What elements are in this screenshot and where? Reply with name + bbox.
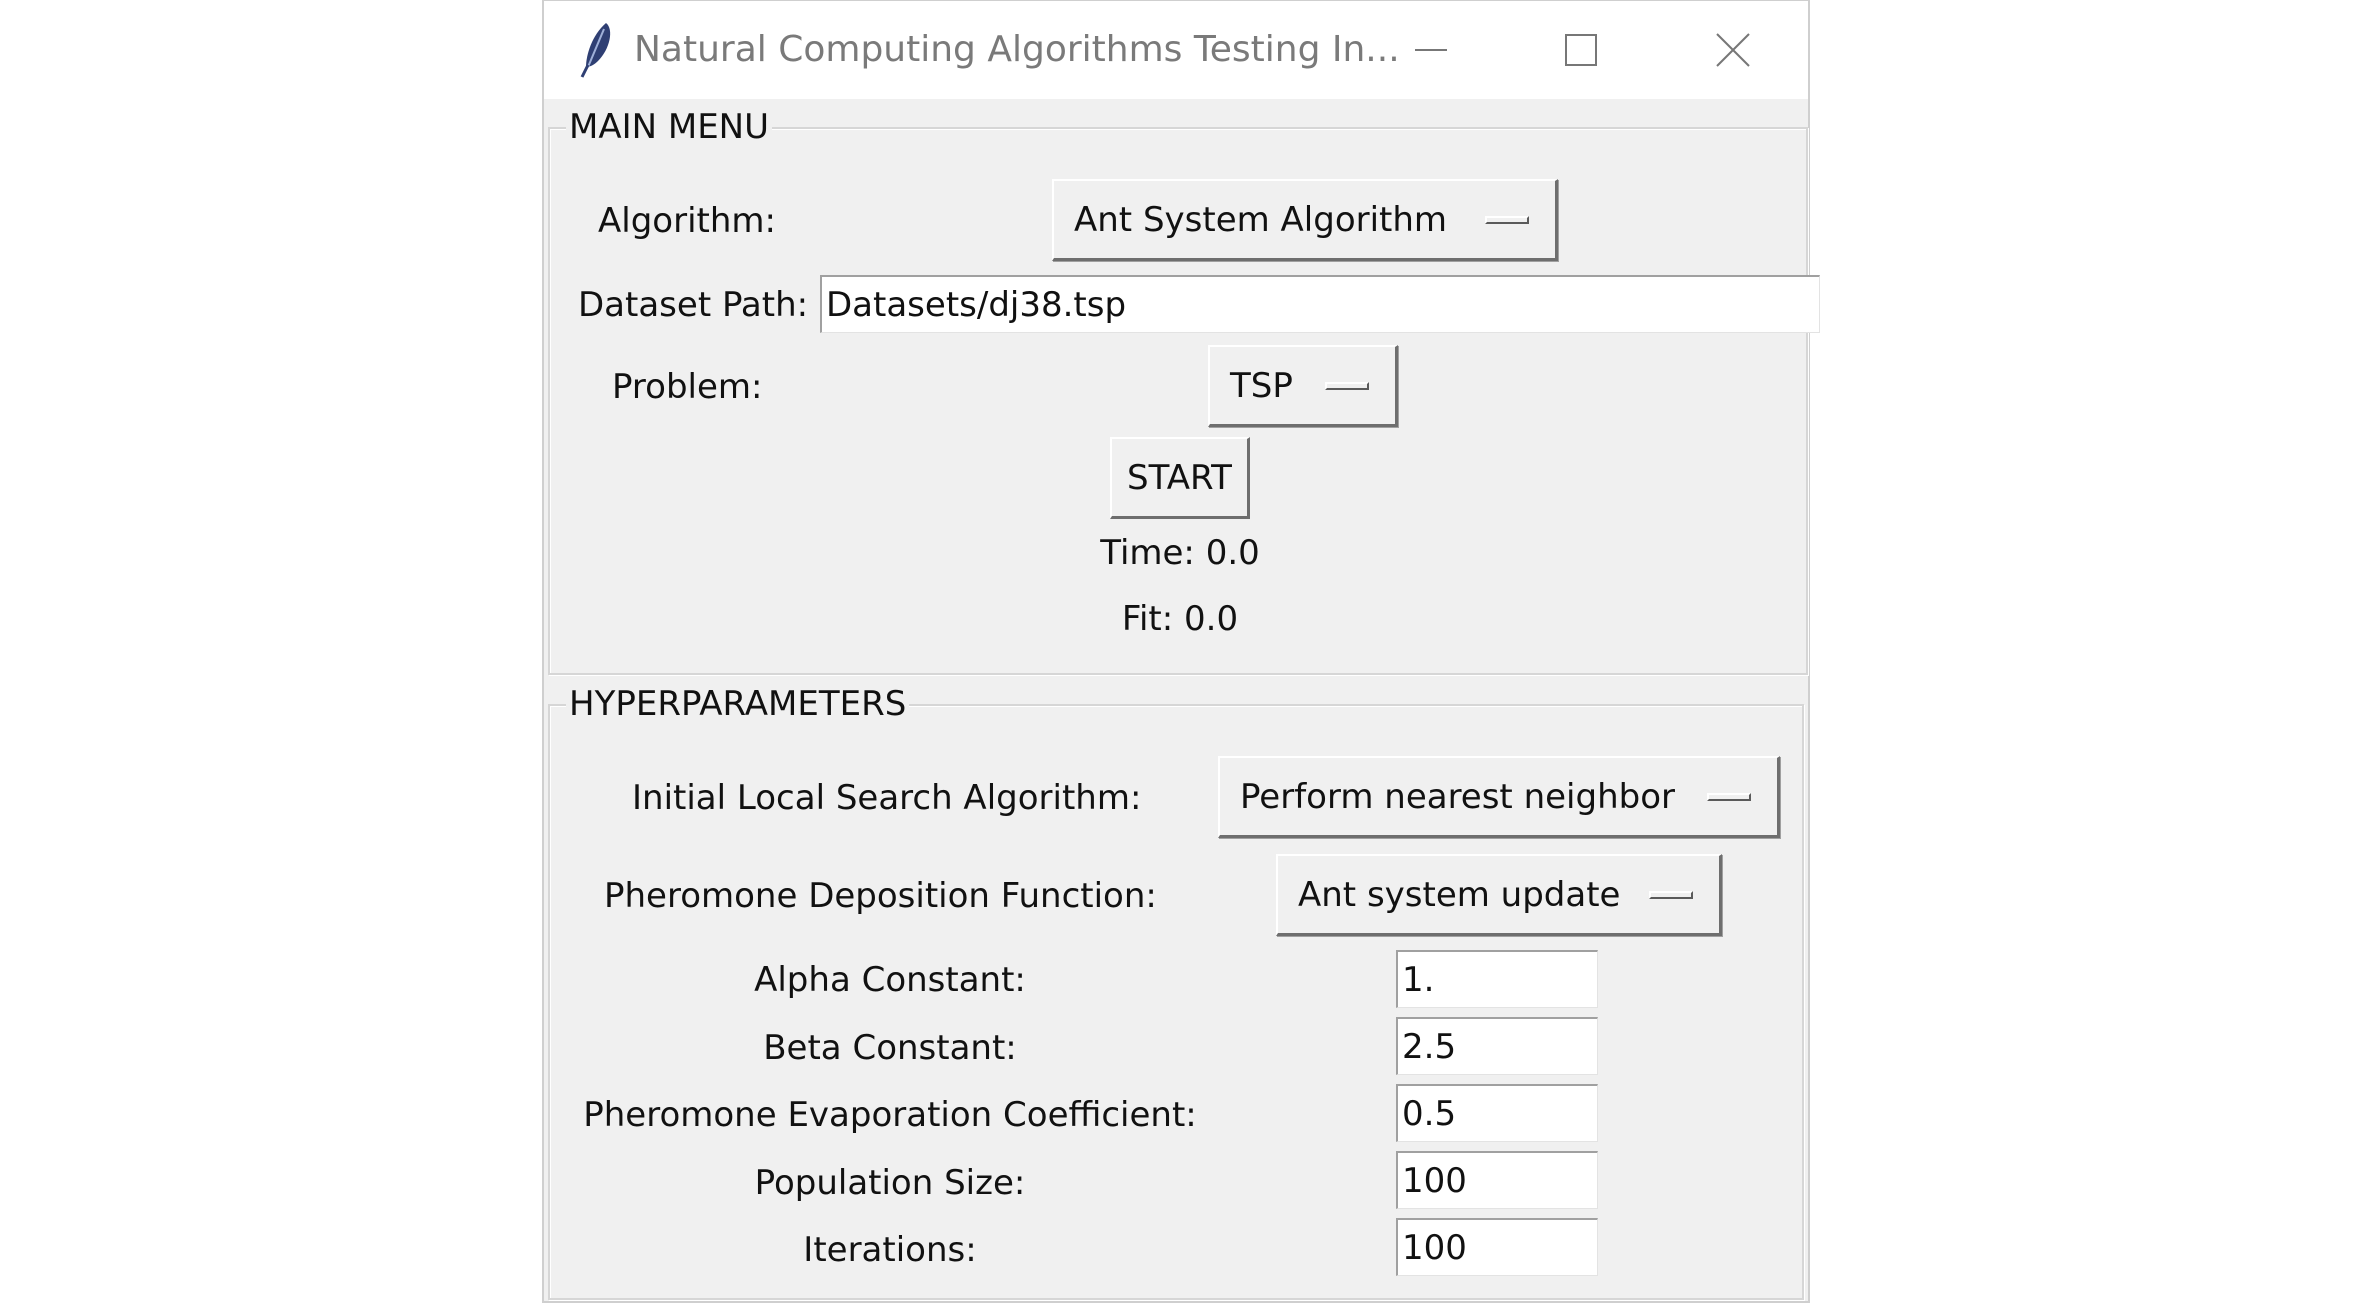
main-menu-group: MAIN MENU Algorithm: Ant System Algorith… (548, 105, 1820, 675)
dropdown-indicator-icon (1707, 792, 1751, 801)
dropdown-indicator-icon (1485, 215, 1529, 224)
deposition-select[interactable]: Ant system update (1276, 854, 1722, 936)
fit-readout: Fit: 0.0 (1121, 599, 1239, 639)
alpha-input[interactable] (1396, 950, 1598, 1008)
evaporation-input[interactable] (1396, 1084, 1598, 1142)
alpha-label: Alpha Constant: (754, 960, 1026, 1000)
hyperparameters-label: HYPERPARAMETERS (566, 682, 910, 726)
beta-label: Beta Constant: (763, 1028, 1017, 1068)
local-search-select[interactable]: Perform nearest neighbor (1218, 756, 1780, 838)
dropdown-indicator-icon (1325, 381, 1369, 390)
dataset-path-label: Dataset Path: (578, 285, 809, 325)
window-title: Natural Computing Algorithms Testing In.… (634, 29, 1400, 70)
population-label: Population Size: (754, 1163, 1026, 1203)
problem-select-value: TSP (1230, 365, 1293, 406)
app-window: Natural Computing Algorithms Testing In.… (542, 0, 1820, 1303)
start-button-label: START (1127, 457, 1232, 498)
local-search-select-value: Perform nearest neighbor (1240, 776, 1675, 817)
close-icon (1716, 33, 1750, 67)
deposition-label: Pheromone Deposition Function: (604, 876, 1157, 916)
dropdown-indicator-icon (1649, 890, 1693, 899)
problem-label: Problem: (612, 367, 763, 407)
time-readout: Time: 0.0 (1100, 533, 1260, 573)
local-search-label: Initial Local Search Algorithm: (632, 778, 1142, 818)
minimize-icon (1415, 49, 1447, 51)
problem-select[interactable]: TSP (1208, 345, 1398, 427)
start-button[interactable]: START (1110, 437, 1250, 519)
minimize-button[interactable] (1356, 1, 1506, 99)
hyperparameters-group: HYPERPARAMETERS Initial Local Search Alg… (548, 682, 1804, 1300)
algorithm-select[interactable]: Ant System Algorithm (1052, 179, 1558, 261)
iterations-input[interactable] (1396, 1218, 1598, 1276)
evaporation-label: Pheromone Evaporation Coefficient: (583, 1095, 1197, 1135)
population-input[interactable] (1396, 1151, 1598, 1209)
main-menu-label: MAIN MENU (566, 105, 772, 149)
maximize-button[interactable] (1506, 1, 1656, 99)
close-button[interactable] (1658, 1, 1808, 99)
beta-input[interactable] (1396, 1017, 1598, 1075)
algorithm-select-value: Ant System Algorithm (1074, 199, 1448, 240)
dataset-path-input[interactable] (820, 275, 1820, 333)
maximize-icon (1565, 34, 1597, 66)
deposition-select-value: Ant system update (1298, 874, 1621, 915)
iterations-label: Iterations: (803, 1230, 977, 1270)
feather-icon (580, 23, 611, 78)
algorithm-label: Algorithm: (598, 201, 776, 241)
title-bar[interactable]: Natural Computing Algorithms Testing In.… (544, 1, 1808, 99)
